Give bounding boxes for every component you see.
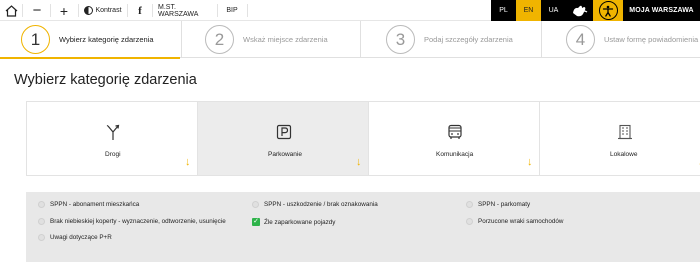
step-4[interactable]: 4 Ustaw formę powiadomienia bbox=[566, 21, 698, 58]
subcategory-label: SPPN - uszkodzenie / brak oznakowania bbox=[264, 201, 378, 208]
bus-icon bbox=[448, 124, 462, 139]
subcategory-option[interactable]: Porzucone wraki samochodów bbox=[466, 218, 563, 225]
radio-button[interactable] bbox=[38, 201, 45, 208]
divider bbox=[247, 4, 248, 17]
subcategory-label: Źle zaparkowane pojazdy bbox=[264, 218, 336, 226]
radio-button[interactable] bbox=[466, 201, 473, 208]
active-step-indicator bbox=[0, 57, 180, 59]
divider bbox=[152, 4, 153, 17]
subcategory-label: Brak niebieskiej koperty - wyznaczenie, … bbox=[50, 218, 226, 225]
facebook-icon[interactable]: f bbox=[133, 0, 147, 21]
sign-language-icon bbox=[572, 5, 587, 17]
radio-button[interactable] bbox=[38, 234, 45, 241]
subcategory-label: SPPN - parkomaty bbox=[478, 201, 531, 208]
category-label: Parkowanie bbox=[268, 151, 302, 158]
accessibility-button[interactable] bbox=[593, 0, 623, 21]
subcategory-panel: SPPN - abonament mieszkańca SPPN - uszko… bbox=[26, 192, 700, 262]
contrast-icon bbox=[84, 6, 94, 15]
lang-pl-button[interactable]: PL bbox=[491, 0, 516, 21]
step-label: Wybierz kategorię zdarzenia bbox=[59, 35, 154, 44]
decrease-font-button[interactable]: − bbox=[27, 0, 47, 21]
divider bbox=[78, 4, 79, 17]
step-number: 1 bbox=[21, 25, 50, 54]
subcategory-option[interactable]: SPPN - abonament mieszkańca bbox=[38, 201, 139, 208]
sign-language-button[interactable] bbox=[566, 0, 593, 21]
increase-font-button[interactable]: + bbox=[54, 0, 74, 21]
step-number: 3 bbox=[386, 25, 415, 54]
page-title: Wybierz kategorię zdarzenia bbox=[14, 72, 197, 88]
radio-button[interactable] bbox=[38, 218, 45, 225]
lang-en-button[interactable]: EN bbox=[516, 0, 541, 21]
step-label: Ustaw formę powiadomienia bbox=[604, 35, 699, 44]
step-number: 2 bbox=[205, 25, 234, 54]
home-icon[interactable] bbox=[2, 0, 20, 21]
parking-icon bbox=[276, 124, 292, 140]
divider bbox=[127, 4, 128, 17]
subcategory-label: SPPN - abonament mieszkańca bbox=[50, 201, 140, 208]
subcategory-label: Uwagi dotyczące P+R bbox=[50, 234, 112, 241]
divider bbox=[541, 21, 542, 58]
subcategory-option[interactable]: SPPN - parkomaty bbox=[466, 201, 530, 208]
subcategory-label: Porzucone wraki samochodów bbox=[478, 218, 564, 225]
step-3[interactable]: 3 Podaj szczegóły zdarzenia bbox=[386, 21, 513, 58]
bip-link[interactable]: BIP bbox=[221, 0, 243, 21]
lang-ua-button[interactable]: UA bbox=[541, 0, 566, 21]
building-icon bbox=[618, 124, 632, 140]
divider bbox=[360, 21, 361, 58]
top-bar: − + Kontrast f M.ST. WARSZAWA BIP PL EN … bbox=[0, 0, 700, 21]
category-card-drogi[interactable]: Drogi ↓ bbox=[26, 101, 198, 176]
category-card-parkowanie[interactable]: Parkowanie ↓ bbox=[197, 101, 369, 176]
divider bbox=[217, 4, 218, 17]
divider bbox=[50, 4, 51, 17]
category-card-komunikacja[interactable]: Komunikacja ↓ bbox=[368, 101, 540, 176]
radio-button[interactable] bbox=[466, 218, 473, 225]
contrast-button[interactable]: Kontrast bbox=[83, 0, 123, 21]
step-label: Wskaż miejsce zdarzenia bbox=[243, 35, 328, 44]
subcategory-option-selected[interactable]: ✓ Źle zaparkowane pojazdy bbox=[252, 218, 335, 226]
category-label: Lokalowe bbox=[610, 151, 638, 158]
account-button[interactable]: MOJA WARSZAWA bbox=[623, 0, 700, 21]
arrow-down-icon: ↓ bbox=[185, 156, 191, 168]
radio-button[interactable] bbox=[252, 201, 259, 208]
arrow-down-icon: ↓ bbox=[356, 156, 362, 168]
road-fork-icon bbox=[106, 124, 120, 140]
category-cards: Drogi ↓ Parkowanie ↓ Komunikacja ↓ Lokal… bbox=[26, 101, 700, 176]
subcategory-option[interactable]: SPPN - uszkodzenie / brak oznakowania bbox=[252, 201, 378, 208]
step-label: Podaj szczegóły zdarzenia bbox=[424, 35, 513, 44]
contrast-label: Kontrast bbox=[95, 7, 122, 14]
checkmark-icon[interactable]: ✓ bbox=[252, 218, 260, 226]
category-card-lokalowe[interactable]: Lokalowe ↓ bbox=[539, 101, 700, 176]
subcategory-option[interactable]: Brak niebieskiej koperty - wyznaczenie, … bbox=[38, 218, 226, 225]
divider bbox=[22, 4, 23, 17]
step-number: 4 bbox=[566, 25, 595, 54]
step-1[interactable]: 1 Wybierz kategorię zdarzenia bbox=[21, 21, 154, 58]
arrow-down-icon: ↓ bbox=[527, 156, 533, 168]
accessibility-icon bbox=[598, 1, 618, 20]
category-label: Komunikacja bbox=[436, 151, 474, 158]
step-2[interactable]: 2 Wskaż miejsce zdarzenia bbox=[205, 21, 328, 58]
wizard-steps: 1 Wybierz kategorię zdarzenia 2 Wskaż mi… bbox=[0, 21, 700, 58]
divider bbox=[181, 21, 182, 58]
category-label: Drogi bbox=[105, 151, 121, 158]
subcategory-option[interactable]: Uwagi dotyczące P+R bbox=[38, 234, 112, 241]
city-link[interactable]: M.ST. WARSZAWA bbox=[158, 0, 214, 21]
